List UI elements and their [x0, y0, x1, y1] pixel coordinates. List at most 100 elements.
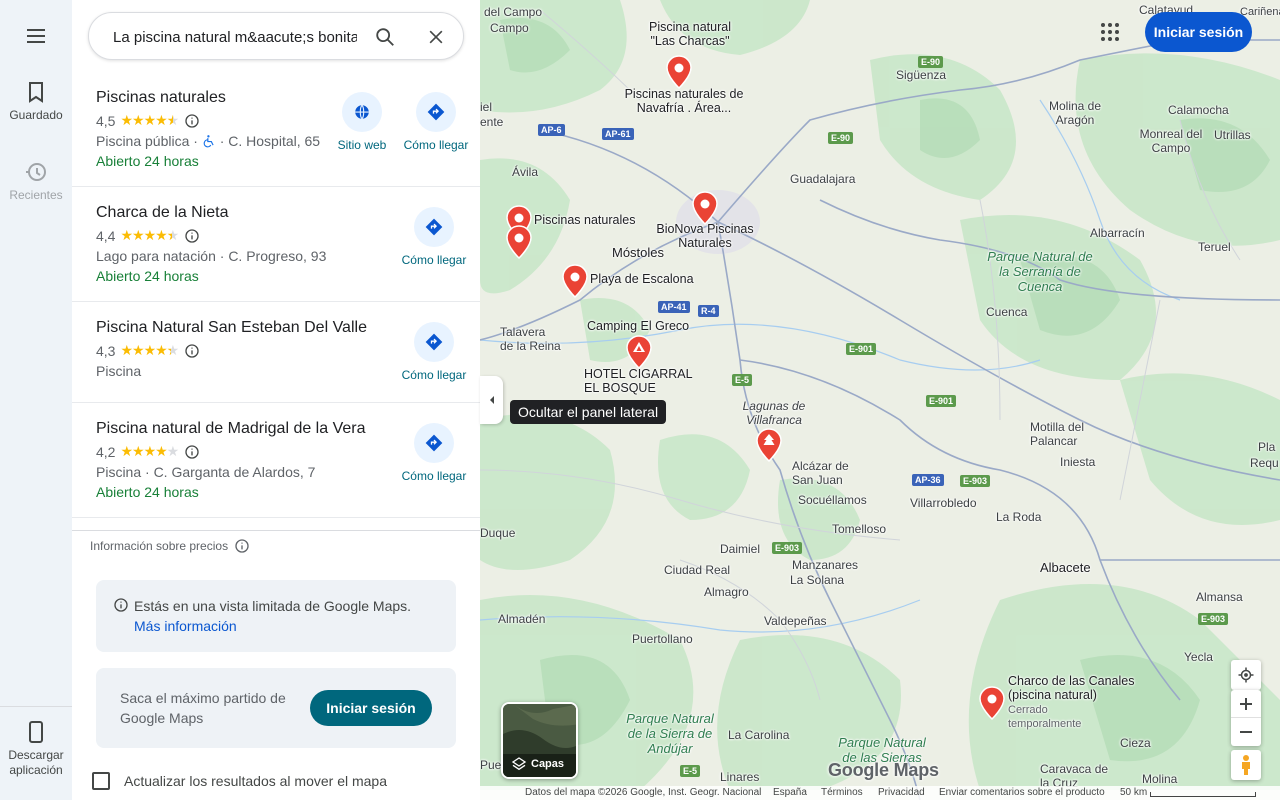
more-info-link[interactable]: Más información — [134, 618, 237, 634]
layers-button[interactable]: Capas — [501, 702, 578, 779]
directions-icon — [425, 218, 443, 236]
directions-icon — [427, 103, 445, 121]
street-view-button[interactable] — [1231, 750, 1261, 780]
privacy-link[interactable]: Privacidad — [878, 786, 925, 800]
price-info-label: Información sobre precios — [90, 539, 229, 553]
country-link[interactable]: España — [773, 786, 807, 800]
place-label: Monreal del Campo — [1139, 127, 1203, 155]
place-label: Socuéllamos — [798, 493, 867, 507]
place-label: Yecla — [1184, 650, 1213, 664]
info-icon[interactable] — [184, 444, 200, 460]
result-meta: Piscina — [96, 363, 142, 379]
zoom-out-button[interactable] — [1231, 718, 1261, 746]
rating-stars: ★★★★★ — [120, 227, 179, 243]
layers-label: Capas — [531, 758, 565, 770]
road-badge: E-901 — [846, 343, 877, 355]
wheelchair-icon — [203, 135, 214, 148]
map-data-attribution: Datos del mapa ©2026 Google, Inst. Geogr… — [525, 787, 762, 798]
result-item[interactable]: Piscina natural de Madrigal de la Vera 4… — [72, 403, 480, 518]
map-pin-icon[interactable] — [979, 686, 1005, 720]
result-title[interactable]: Piscinas naturales — [96, 89, 226, 107]
recent-button[interactable]: Recientes — [0, 160, 72, 203]
divider — [72, 530, 480, 531]
poi-label: Playa de Escalona — [590, 272, 694, 286]
scale-label[interactable]: 50 km — [1120, 786, 1147, 800]
info-icon — [114, 598, 128, 612]
road-badge: E-90 — [918, 56, 944, 68]
poi-label: Piscinas naturales de Navafría . Área... — [624, 87, 744, 115]
saved-button[interactable]: Guardado — [0, 80, 72, 123]
result-title[interactable]: Piscina natural de Madrigal de la Vera — [96, 420, 366, 438]
apps-grid-icon[interactable] — [1098, 20, 1122, 44]
info-icon[interactable] — [184, 228, 200, 244]
result-hours: Abierto 24 horas — [96, 484, 199, 500]
map-pin-icon[interactable] — [506, 225, 532, 259]
rating-stars: ★★★★★ — [120, 342, 179, 358]
update-results-label: Actualizar los resultados al mover el ma… — [124, 773, 388, 789]
map-pin-icon[interactable] — [692, 191, 718, 225]
download-app-button[interactable]: Descargar aplicación — [0, 720, 72, 778]
signin-promo-button[interactable]: Iniciar sesión — [310, 690, 432, 726]
zoom-controls — [1231, 690, 1261, 746]
search-input[interactable] — [113, 26, 357, 48]
clear-search-button[interactable] — [424, 25, 448, 49]
signin-promo-text: Saca el máximo partido de Google Maps — [120, 690, 286, 726]
result-title[interactable]: Piscina Natural San Esteban Del Valle — [96, 319, 367, 337]
info-icon[interactable] — [234, 538, 250, 554]
place-label: Guadalajara — [790, 172, 856, 186]
place-label: Cieza — [1120, 736, 1151, 750]
result-item[interactable]: Piscinas naturales 4,5 ★★★★★ Piscina púb… — [72, 72, 480, 187]
map-pin-icon[interactable] — [562, 264, 588, 298]
feedback-link[interactable]: Enviar comentarios sobre el producto — [939, 786, 1105, 800]
terms-link[interactable]: Términos — [821, 786, 863, 800]
zoom-in-button[interactable] — [1231, 690, 1261, 718]
map-pin-icon[interactable] — [666, 55, 692, 89]
directions-button[interactable]: Cómo llegar — [394, 207, 474, 267]
info-icon[interactable] — [184, 343, 200, 359]
road-badge: E-901 — [926, 395, 957, 407]
poi-label: Piscinas naturales — [534, 213, 636, 227]
rating-value: 4,2 — [96, 443, 116, 460]
place-label: Calamocha — [1168, 103, 1229, 117]
road-badge: E-903 — [960, 475, 991, 487]
result-item[interactable]: Charca de la Nieta 4,4 ★★★★★ Lago para n… — [72, 187, 480, 302]
directions-button[interactable]: Cómo llegar — [394, 423, 474, 483]
collapse-panel-button[interactable] — [480, 376, 503, 424]
result-item[interactable]: Piscina Natural San Esteban Del Valle 4,… — [72, 302, 480, 403]
search-button[interactable] — [373, 25, 397, 49]
place-label: Iniesta — [1060, 455, 1096, 469]
camping-pin-icon[interactable] — [756, 428, 782, 462]
rating-stars: ★★★★★ — [120, 443, 179, 459]
directions-button[interactable]: Cómo llegar — [396, 92, 476, 152]
signin-button[interactable]: Iniciar sesión — [1145, 12, 1252, 52]
place-label: del Campo — [484, 5, 543, 19]
place-label: Utrillas — [1214, 128, 1251, 142]
result-title[interactable]: Charca de la Nieta — [96, 204, 229, 222]
place-label: Linares — [720, 770, 760, 784]
my-location-button[interactable] — [1231, 660, 1261, 690]
directions-label: Cómo llegar — [403, 138, 469, 152]
directions-button[interactable]: Cómo llegar — [394, 322, 474, 382]
rating-value: 4,4 — [96, 227, 116, 244]
update-results-checkbox[interactable] — [92, 772, 110, 790]
result-meta: Piscina · C. Garganta de Alardos, 7 — [96, 464, 316, 480]
camping-pin-icon[interactable] — [626, 335, 652, 369]
rating-stars: ★★★★★ — [120, 112, 179, 128]
place-label: Albacete — [1040, 560, 1091, 575]
directions-icon — [425, 434, 443, 452]
place-label: Molina de Aragón — [1048, 99, 1102, 127]
directions-label: Cómo llegar — [401, 469, 467, 483]
website-button[interactable]: Sitio web — [322, 92, 402, 152]
place-label: Manzanares — [792, 558, 859, 572]
menu-button[interactable] — [0, 24, 72, 52]
road-badge: AP-6 — [538, 124, 565, 136]
left-rail: Guardado Recientes Descargar aplicación — [0, 0, 72, 800]
menu-icon — [27, 29, 45, 43]
limited-view-text: Estás en una vista limitada de Google Ma… — [134, 598, 412, 614]
place-label: Motilla del Palancar — [1030, 420, 1085, 448]
download-label: Descargar aplicación — [8, 748, 64, 777]
update-results-row[interactable]: Actualizar los resultados al mover el ma… — [92, 772, 387, 790]
info-icon[interactable] — [184, 113, 200, 129]
place-label: Teruel — [1198, 240, 1231, 254]
rail-divider — [0, 706, 72, 707]
